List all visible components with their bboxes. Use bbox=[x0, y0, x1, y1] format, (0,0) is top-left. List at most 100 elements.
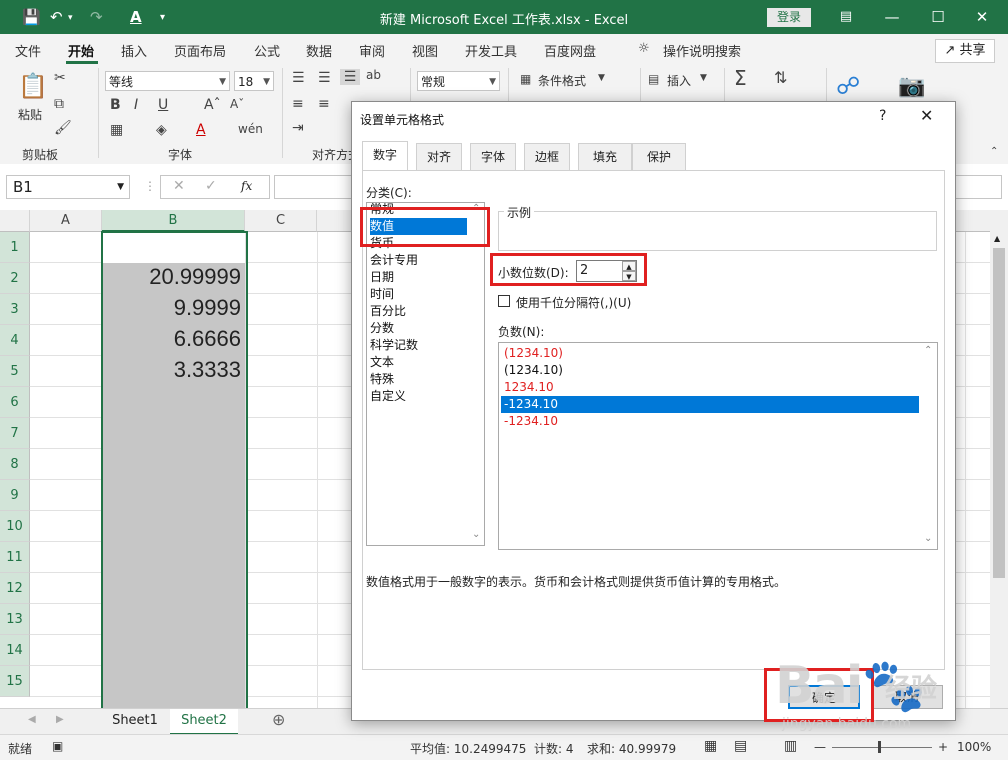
row-header-8[interactable]: 8 bbox=[0, 449, 30, 480]
sheet-tab-sheet2[interactable]: Sheet2 bbox=[170, 709, 238, 735]
row-header-5[interactable]: 5 bbox=[0, 356, 30, 387]
italic-icon[interactable]: I bbox=[134, 97, 138, 113]
negative-format-item[interactable]: 1234.10 bbox=[501, 379, 919, 396]
maximize-icon[interactable]: ☐ bbox=[918, 4, 958, 30]
insert-cells-button[interactable]: 插入 bbox=[667, 72, 691, 89]
scroll-up-icon[interactable]: ▲ bbox=[994, 234, 1000, 243]
chevron-down-icon[interactable]: ▼ bbox=[598, 73, 605, 83]
align-bottom-icon[interactable]: ☰ bbox=[340, 69, 360, 85]
normal-view-icon[interactable]: ▦ bbox=[704, 738, 717, 754]
borders-icon[interactable]: ▦ bbox=[110, 122, 123, 138]
zoom-slider[interactable] bbox=[832, 747, 932, 748]
paste-icon[interactable]: 📋 bbox=[18, 72, 48, 100]
insert-cells-icon[interactable]: ▤ bbox=[648, 72, 659, 86]
copy-icon[interactable]: ⧉ bbox=[54, 96, 64, 112]
select-all-corner[interactable] bbox=[0, 210, 30, 232]
number-format-combo[interactable]: 常规 ▼ bbox=[417, 71, 500, 91]
chevron-up-icon[interactable]: ⌃ bbox=[924, 345, 932, 356]
category-item[interactable]: 分数 bbox=[370, 320, 467, 337]
tab-developer[interactable]: 开发工具 bbox=[465, 41, 517, 60]
row-header-14[interactable]: 14 bbox=[0, 635, 30, 666]
thousands-separator-label[interactable]: 使用千位分隔符(,)(U) bbox=[516, 294, 631, 311]
fill-color-icon[interactable]: ◈ bbox=[156, 122, 167, 138]
paste-label[interactable]: 粘贴 bbox=[18, 106, 42, 123]
negative-format-item[interactable]: -1234.10 bbox=[501, 413, 919, 430]
align-left-icon[interactable]: ≡ bbox=[292, 96, 304, 112]
scroll-thumb[interactable] bbox=[993, 248, 1005, 578]
macro-record-icon[interactable]: ▣ bbox=[52, 739, 63, 753]
next-sheet-icon[interactable]: ▶ bbox=[56, 714, 64, 725]
row-header-9[interactable]: 9 bbox=[0, 480, 30, 511]
page-layout-view-icon[interactable]: ▤ bbox=[734, 738, 747, 754]
ribbon-display-icon[interactable]: ▤ bbox=[826, 4, 866, 30]
column-header-c[interactable]: C bbox=[245, 210, 317, 232]
phonetic-icon[interactable]: wén bbox=[238, 122, 263, 136]
font-name-combo[interactable]: 等线 ▼ bbox=[105, 71, 230, 91]
tab-protection[interactable]: 保护 bbox=[632, 143, 686, 170]
row-header-10[interactable]: 10 bbox=[0, 511, 30, 542]
decrease-font-icon[interactable]: Aˇ bbox=[230, 97, 244, 111]
cell-b4[interactable]: 6.6666 bbox=[102, 326, 241, 352]
align-top-icon[interactable]: ☰ bbox=[292, 70, 305, 86]
prev-sheet-icon[interactable]: ◀ bbox=[28, 714, 36, 725]
cut-icon[interactable]: ✂ bbox=[54, 70, 66, 86]
close-icon[interactable]: ✕ bbox=[920, 106, 933, 125]
row-header-13[interactable]: 13 bbox=[0, 604, 30, 635]
category-list[interactable]: 常规 数值 货币 会计专用 日期 时间 百分比 分数 科学记数 文本 特殊 自定义 ⌃ ⌄ bbox=[366, 202, 485, 546]
increase-font-icon[interactable]: Aˆ bbox=[204, 97, 221, 113]
row-header-11[interactable]: 11 bbox=[0, 542, 30, 573]
chevron-down-icon[interactable]: ⌄ bbox=[924, 533, 932, 544]
cell-b2[interactable]: 20.99999 bbox=[102, 264, 241, 290]
conditional-format-button[interactable]: 条件格式 bbox=[538, 72, 586, 89]
cell-b3[interactable]: 9.9999 bbox=[102, 295, 241, 321]
cancel-formula-icon[interactable]: ✕ bbox=[173, 178, 185, 194]
negative-format-item[interactable]: (1234.10) bbox=[501, 362, 919, 379]
vertical-scrollbar[interactable]: ▲ bbox=[990, 210, 1008, 708]
category-item[interactable]: 自定义 bbox=[370, 388, 467, 405]
indent-icon[interactable]: ⇥ bbox=[292, 120, 304, 136]
tab-data[interactable]: 数据 bbox=[306, 41, 332, 60]
row-header-12[interactable]: 12 bbox=[0, 573, 30, 604]
baidu-pan-icon[interactable]: ☍ bbox=[836, 72, 860, 100]
row-header-4[interactable]: 4 bbox=[0, 325, 30, 356]
collapse-ribbon-icon[interactable]: ⌃ bbox=[990, 146, 998, 157]
zoom-level[interactable]: 100% bbox=[957, 740, 991, 754]
row-header-3[interactable]: 3 bbox=[0, 294, 30, 325]
category-item[interactable]: 日期 bbox=[370, 269, 467, 286]
chevron-down-icon[interactable]: ⌄ bbox=[472, 529, 480, 540]
share-button[interactable]: ↗ 共享 bbox=[935, 39, 995, 63]
zoom-in-icon[interactable]: + bbox=[938, 740, 948, 754]
minimize-icon[interactable]: — bbox=[872, 4, 912, 30]
row-header-7[interactable]: 7 bbox=[0, 418, 30, 449]
tab-font[interactable]: 字体 bbox=[470, 143, 516, 170]
category-item[interactable]: 百分比 bbox=[370, 303, 467, 320]
drag-handle-icon[interactable]: ⋮ bbox=[144, 179, 156, 193]
category-item[interactable]: 文本 bbox=[370, 354, 467, 371]
tab-formulas[interactable]: 公式 bbox=[254, 41, 280, 60]
category-item[interactable]: 特殊 bbox=[370, 371, 467, 388]
format-painter-icon[interactable]: 🖌 bbox=[54, 120, 72, 136]
row-header-1[interactable]: 1 bbox=[0, 232, 30, 263]
sheet-tab-sheet1[interactable]: Sheet1 bbox=[102, 709, 168, 733]
wrap-text-icon[interactable]: ab bbox=[366, 68, 381, 82]
sort-filter-icon[interactable]: ⇅ bbox=[774, 68, 787, 87]
autosum-icon[interactable]: Σ bbox=[734, 66, 747, 90]
row-header-15[interactable]: 15 bbox=[0, 666, 30, 697]
conditional-format-icon[interactable]: ▦ bbox=[520, 72, 531, 86]
row-header-6[interactable]: 6 bbox=[0, 387, 30, 418]
tab-review[interactable]: 审阅 bbox=[359, 41, 385, 60]
negative-format-item[interactable]: (1234.10) bbox=[501, 345, 919, 362]
font-color-icon[interactable]: A bbox=[196, 122, 206, 138]
negative-numbers-list[interactable]: (1234.10) (1234.10) 1234.10 -1234.10 -1234.1… bbox=[498, 342, 938, 550]
enter-formula-icon[interactable]: ✓ bbox=[205, 178, 217, 194]
camera-icon[interactable]: 📷 bbox=[898, 74, 925, 99]
add-sheet-icon[interactable]: ⊕ bbox=[272, 710, 285, 729]
tab-fill[interactable]: 填充 bbox=[578, 143, 632, 170]
category-item[interactable]: 科学记数 bbox=[370, 337, 467, 354]
cell-b5[interactable]: 3.3333 bbox=[102, 357, 241, 383]
chevron-down-icon[interactable]: ▼ bbox=[700, 73, 707, 83]
tab-baidu-pan[interactable]: 百度网盘 bbox=[544, 41, 596, 60]
category-scrollbar[interactable]: ⌃ ⌄ bbox=[469, 203, 484, 545]
name-box[interactable]: B1 ▼ bbox=[6, 175, 130, 199]
tell-me-search[interactable]: 操作说明搜索 bbox=[663, 41, 741, 60]
